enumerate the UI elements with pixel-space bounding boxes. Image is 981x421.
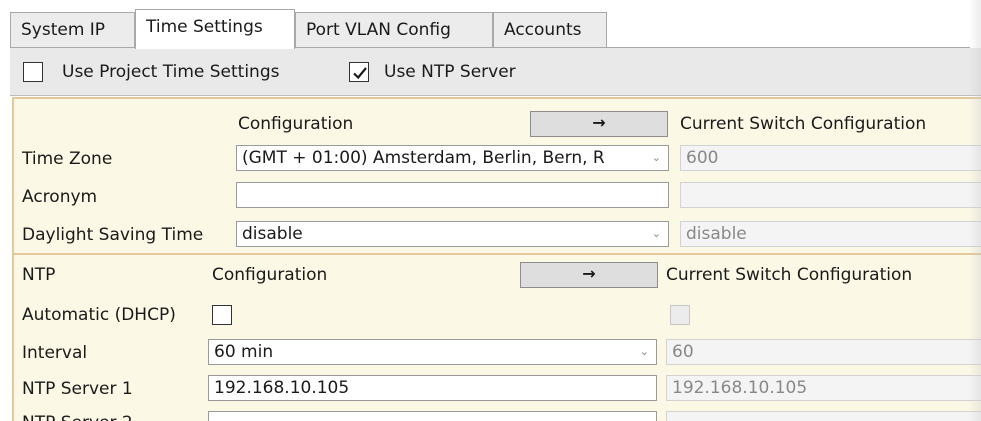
use-project-time-settings-label: Use Project Time Settings xyxy=(62,62,280,82)
use-ntp-server-label: Use NTP Server xyxy=(384,62,516,82)
interval-current: 60 xyxy=(666,339,981,365)
ntp-current-header: Current Switch Configuration xyxy=(666,265,913,285)
arrow-right-icon: → xyxy=(592,113,606,132)
time-zone-label: Time Zone xyxy=(22,149,113,169)
daylight-saving-time-label: Daylight Saving Time xyxy=(22,225,204,245)
ntp-copy-button[interactable]: → xyxy=(520,262,658,288)
tab-system-ip[interactable]: System IP xyxy=(10,12,135,48)
options-bar: Use Project Time Settings Use NTP Server xyxy=(10,48,981,96)
chevron-down-icon[interactable]: ⌄ xyxy=(640,340,649,364)
ntp-server-2-input[interactable] xyxy=(208,411,657,421)
time-current-header: Current Switch Configuration xyxy=(680,114,927,134)
tab-port-vlan-config[interactable]: Port VLAN Config xyxy=(295,12,493,48)
acronym-label: Acronym xyxy=(22,187,98,207)
daylight-saving-time-select[interactable]: disable ⌄ xyxy=(236,221,669,247)
ntp-title: NTP xyxy=(22,265,56,285)
ntp-server-2-label: NTP Server 2 xyxy=(22,413,133,421)
use-ntp-server-checkbox[interactable] xyxy=(349,62,369,82)
time-copy-button[interactable]: → xyxy=(530,111,668,137)
tab-bar: System IP Time Settings Port VLAN Config… xyxy=(0,0,981,49)
ntp-panel: NTP Configuration → Current Switch Confi… xyxy=(12,253,981,421)
ntp-server-1-label: NTP Server 1 xyxy=(22,379,133,399)
daylight-saving-time-value: disable xyxy=(242,224,303,244)
ntp-config-header: Configuration xyxy=(212,265,328,285)
chevron-down-icon[interactable]: ⌄ xyxy=(652,146,661,170)
ntp-server-1-current: 192.168.10.105 xyxy=(666,375,981,401)
automatic-dhcp-current-checkbox xyxy=(670,305,690,325)
interval-select[interactable]: 60 min ⌄ xyxy=(208,339,657,365)
arrow-right-icon: → xyxy=(582,264,596,283)
chevron-down-icon[interactable]: ⌄ xyxy=(652,222,661,246)
check-icon xyxy=(353,67,367,80)
time-zone-select[interactable]: (GMT + 01:00) Amsterdam, Berlin, Bern, R… xyxy=(236,145,669,171)
tab-accounts[interactable]: Accounts xyxy=(493,12,607,48)
acronym-input[interactable] xyxy=(236,182,669,208)
use-project-time-settings-checkbox[interactable] xyxy=(23,62,43,82)
tab-time-settings[interactable]: Time Settings xyxy=(135,9,295,49)
interval-value: 60 min xyxy=(214,342,274,362)
ntp-server-2-current xyxy=(666,411,981,421)
acronym-current xyxy=(680,182,981,208)
automatic-dhcp-label: Automatic (DHCP) xyxy=(22,305,176,325)
time-zone-value: (GMT + 01:00) Amsterdam, Berlin, Bern, R xyxy=(242,148,605,168)
time-config-header: Configuration xyxy=(238,114,354,134)
interval-label: Interval xyxy=(22,343,88,363)
ntp-server-1-input[interactable]: 192.168.10.105 xyxy=(208,375,657,401)
daylight-saving-time-current: disable xyxy=(680,221,981,247)
time-zone-current: 600 xyxy=(680,145,981,171)
time-settings-panel: Configuration → Current Switch Configura… xyxy=(12,97,981,253)
automatic-dhcp-checkbox[interactable] xyxy=(212,305,232,325)
